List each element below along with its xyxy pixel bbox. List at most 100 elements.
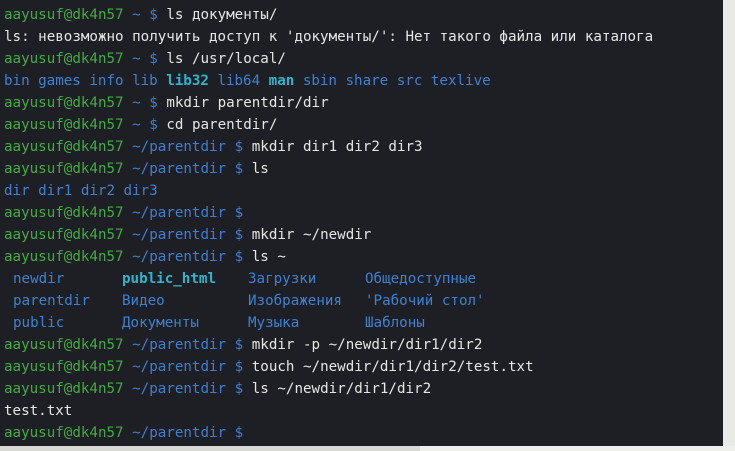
dir-entry: dir1	[38, 183, 73, 199]
prompt-symbol: $	[149, 117, 158, 133]
prompt-symbol: $	[234, 249, 244, 265]
dir-entry: parentdir	[13, 293, 90, 309]
prompt-user: aayusuf@dk4n57	[4, 95, 124, 111]
prompt-user: aayusuf@dk4n57	[4, 249, 124, 265]
dir-entry: info	[89, 73, 124, 89]
command-text: mkdir -p ~/newdir/dir1/dir2	[251, 337, 483, 353]
prompt-path: ~/parentdir	[132, 139, 227, 155]
home-listing-row: public Документы Музыка Шаблоны	[4, 312, 723, 334]
command-text: ls	[251, 161, 269, 177]
home-listing-row: parentdir Видео Изображения 'Рабочий стол'	[4, 290, 723, 312]
dir-entry: sbin	[302, 73, 337, 89]
prompt-user: aayusuf@dk4n57	[4, 205, 124, 221]
command-line: aayusuf@dk4n57 ~/parentdir $ mkdir ~/new…	[4, 224, 723, 246]
command-line: aayusuf@dk4n57 ~ $ cd parentdir/	[4, 114, 723, 136]
prompt-symbol: $	[149, 51, 158, 67]
home-listing-row: newdir public_html Загрузки Общедоступные	[4, 268, 723, 290]
document-text-fragment	[420, 446, 735, 451]
command-line: aayusuf@dk4n57 ~ $ ls /usr/local/	[4, 48, 723, 70]
prompt-user: aayusuf@dk4n57	[4, 381, 124, 397]
prompt-symbol: $	[234, 227, 244, 243]
command-line: aayusuf@dk4n57 ~/parentdir $ touch ~/new…	[4, 356, 723, 378]
prompt-symbol: $	[234, 359, 244, 375]
dir-entry: texlive	[430, 73, 491, 89]
dir-entry: Видео	[122, 293, 165, 309]
prompt-user: aayusuf@dk4n57	[4, 161, 124, 177]
prompt-path: ~	[132, 117, 141, 133]
dir-entry: Документы	[122, 315, 199, 331]
active-prompt-line[interactable]: aayusuf@dk4n57 ~/parentdir $	[4, 422, 723, 444]
command-text: ls документы/	[166, 7, 278, 23]
prompt-symbol: $	[234, 161, 244, 177]
dir-entry: lib32	[166, 73, 209, 89]
prompt-symbol: $	[234, 337, 244, 353]
dir-entry: Загрузки	[248, 271, 317, 287]
dir-entry: Шаблоны	[365, 315, 425, 331]
command-text: ls /usr/local/	[166, 51, 286, 67]
dir-entry: bin	[4, 73, 30, 89]
usr-local-listing: bin games info lib lib32 lib64 man sbin share src…	[4, 70, 723, 92]
prompt-user: aayusuf@dk4n57	[4, 227, 124, 243]
prompt-symbol: $	[149, 95, 158, 111]
command-line: aayusuf@dk4n57 ~ $ mkdir parentdir/dir	[4, 92, 723, 114]
file-output: test.txt	[4, 403, 73, 419]
prompt-user: aayusuf@dk4n57	[4, 7, 124, 23]
prompt-symbol: $	[234, 425, 244, 441]
prompt-path: ~/parentdir	[132, 227, 227, 243]
prompt-path: ~/parentdir	[132, 205, 227, 221]
error-output: ls: невозможно получить доступ к 'докуме…	[4, 29, 654, 45]
command-line: aayusuf@dk4n57 ~/parentdir $	[4, 202, 723, 224]
prompt-path: ~/parentdir	[132, 359, 227, 375]
prompt-user: aayusuf@dk4n57	[4, 337, 124, 353]
dir-entry: 'Рабочий стол'	[365, 293, 485, 309]
command-text: mkdir ~/newdir	[251, 227, 372, 243]
dir-entry: newdir	[13, 271, 65, 287]
dir-entry: lib	[132, 73, 158, 89]
prompt-user: aayusuf@dk4n57	[4, 139, 124, 155]
dir-entry: dir	[4, 183, 30, 199]
command-line: aayusuf@dk4n57 ~/parentdir $ ls ~	[4, 246, 723, 268]
dir-entry: games	[38, 73, 81, 89]
dir-entry: Изображения	[248, 293, 342, 309]
prompt-symbol: $	[234, 205, 244, 221]
terminal-output: aayusuf@dk4n57 ~ $ ls документы/ ls: нев…	[4, 4, 723, 444]
dir-entry: src	[396, 73, 423, 89]
dir-entry: Общедоступные	[365, 271, 477, 287]
prompt-user: aayusuf@dk4n57	[4, 51, 124, 67]
command-text: ls ~/newdir/dir1/dir2	[251, 381, 432, 397]
prompt-path: ~	[132, 51, 141, 67]
dir-entry: man	[268, 73, 295, 89]
prompt-symbol: $	[149, 7, 158, 23]
prompt-symbol: $	[234, 381, 244, 397]
prompt-path: ~/parentdir	[132, 249, 227, 265]
prompt-path: ~/parentdir	[132, 161, 227, 177]
command-line: aayusuf@dk4n57 ~/parentdir $ ls ~/newdir…	[4, 378, 723, 400]
dir-entry: dir3	[123, 183, 158, 199]
prompt-path: ~/parentdir	[132, 337, 227, 353]
command-line: aayusuf@dk4n57 ~/parentdir $ mkdir dir1 …	[4, 136, 723, 158]
dir-entry: public_html	[122, 271, 216, 287]
prompt-symbol: $	[234, 139, 244, 155]
prompt-path: ~/parentdir	[132, 381, 227, 397]
prompt-path: ~	[132, 7, 141, 23]
dir-entry: lib64	[217, 73, 261, 89]
dir-entry: dir2	[80, 183, 115, 199]
prompt-path: ~	[132, 95, 141, 111]
dir-entry: Музыка	[248, 315, 300, 331]
command-line: aayusuf@dk4n57 ~/parentdir $ ls	[4, 158, 723, 180]
dir-entry: public	[13, 315, 65, 331]
command-line: aayusuf@dk4n57 ~ $ ls документы/	[4, 4, 723, 26]
prompt-path: ~/parentdir	[132, 425, 227, 441]
document-margin	[723, 0, 735, 451]
command-text: mkdir dir1 dir2 dir3	[251, 139, 423, 155]
command-text: cd parentdir/	[166, 117, 278, 133]
prompt-user: aayusuf@dk4n57	[4, 117, 124, 133]
dir-entry: share	[345, 73, 389, 89]
command-text: mkdir parentdir/dir	[166, 95, 329, 111]
prompt-user: aayusuf@dk4n57	[4, 425, 124, 441]
command-text: touch ~/newdir/dir1/dir2/test.txt	[251, 359, 534, 375]
prompt-user: aayusuf@dk4n57	[4, 359, 124, 375]
parentdir-listing: dir dir1 dir2 dir3	[4, 180, 723, 202]
command-line: aayusuf@dk4n57 ~/parentdir $ mkdir -p ~/…	[4, 334, 723, 356]
terminal-window[interactable]: aayusuf@dk4n57 ~ $ ls документы/ ls: нев…	[0, 0, 723, 446]
